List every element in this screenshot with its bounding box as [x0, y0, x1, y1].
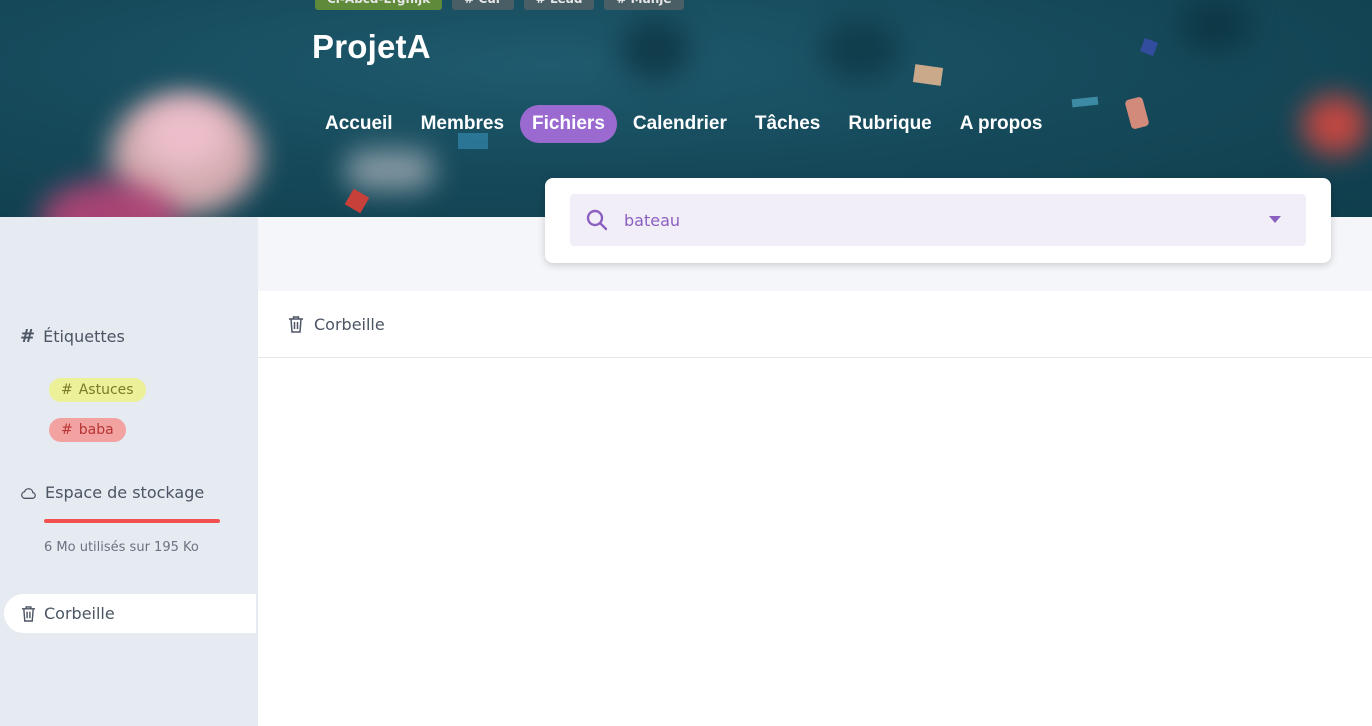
- storage-progress-bar: [44, 519, 220, 523]
- banner-decoration: [1140, 38, 1158, 56]
- sidebar-item-trash[interactable]: Corbeille: [4, 594, 256, 633]
- tab-fichiers[interactable]: Fichiers: [520, 105, 617, 143]
- project-nav: Accueil Membres Fichiers Calendrier Tâch…: [313, 105, 1054, 143]
- tab-a-propos[interactable]: A propos: [948, 105, 1055, 143]
- project-title: ProjetA: [312, 28, 431, 65]
- tab-membres[interactable]: Membres: [409, 105, 516, 143]
- label-chip-text: Astuces: [78, 382, 134, 398]
- banner-decoration: [140, 100, 230, 170]
- search-icon: [586, 209, 608, 231]
- banner-decoration: [1124, 96, 1150, 130]
- labels-heading: # Étiquettes: [20, 326, 125, 347]
- label-chip-baba[interactable]: # baba: [49, 418, 126, 442]
- label-chip-astuces[interactable]: # Astuces: [49, 378, 146, 402]
- banner-decoration: [1180, 0, 1250, 50]
- trash-icon: [289, 316, 303, 333]
- hash-icon: #: [61, 422, 73, 438]
- tab-taches[interactable]: Tâches: [743, 105, 832, 143]
- search-box: [570, 194, 1306, 246]
- storage-usage-text: 6 Mo utilisés sur 195 Ko: [44, 540, 199, 555]
- sidebar-item-label: Corbeille: [44, 604, 115, 623]
- breadcrumb: Corbeille: [258, 291, 1372, 358]
- tab-calendrier[interactable]: Calendrier: [621, 105, 739, 143]
- hash-icon: #: [20, 326, 36, 347]
- banner-decoration: [345, 150, 435, 190]
- breadcrumb-item[interactable]: Corbeille: [314, 315, 385, 334]
- project-tag[interactable]: Cl-Abcd-Efghijk: [315, 0, 443, 10]
- banner-decoration: [1302, 95, 1368, 155]
- banner-decoration: [1071, 96, 1099, 108]
- tab-accueil[interactable]: Accueil: [313, 105, 405, 143]
- storage-heading: Espace de stockage: [20, 483, 204, 502]
- banner-decoration: [344, 188, 370, 214]
- trash-icon: [21, 606, 36, 622]
- project-tag[interactable]: # Lead: [523, 0, 595, 10]
- banner-decoration: [620, 20, 690, 80]
- hash-icon: #: [61, 382, 73, 398]
- storage-progress-fill: [44, 519, 220, 523]
- banner-decoration: [912, 64, 944, 86]
- files-sidebar: # Étiquettes # Astuces # baba Espace de …: [0, 217, 256, 726]
- project-tag[interactable]: # Manje: [604, 0, 684, 10]
- chevron-down-icon[interactable]: [1269, 216, 1281, 223]
- banner-decoration: [820, 20, 900, 80]
- project-tag[interactable]: # Cur: [452, 0, 514, 10]
- search-input[interactable]: [624, 210, 1224, 230]
- search-card: [545, 178, 1331, 263]
- labels-heading-text: Étiquettes: [43, 327, 125, 346]
- cloud-icon: [21, 487, 36, 499]
- project-tags: Cl-Abcd-Efghijk # Cur # Lead # Manje: [315, 0, 684, 10]
- label-chip-text: baba: [78, 422, 114, 438]
- storage-heading-text: Espace de stockage: [45, 483, 205, 502]
- tab-rubrique[interactable]: Rubrique: [836, 105, 943, 143]
